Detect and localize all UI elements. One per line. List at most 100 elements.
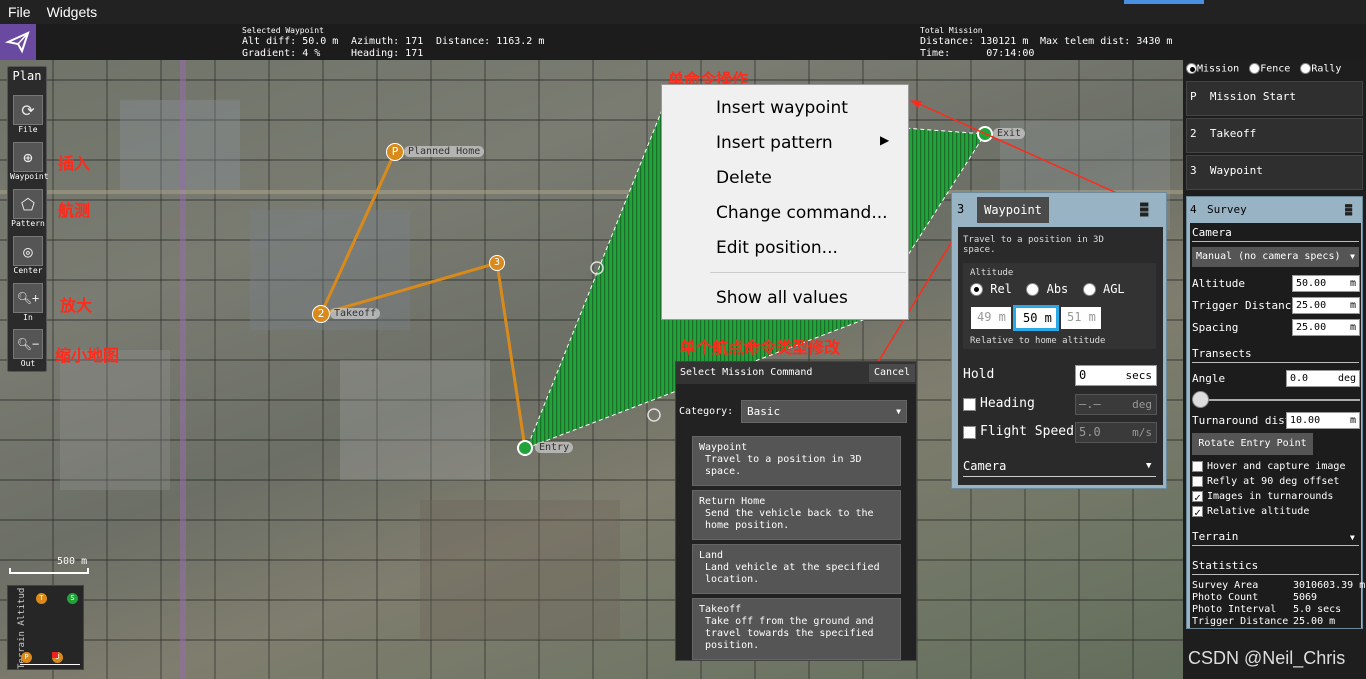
file-menu[interactable]: File <box>0 4 39 20</box>
distance: Distance: 1163.2 m <box>436 36 545 47</box>
spacing-label: Spacing <box>1192 321 1239 334</box>
waypoint-command-button[interactable]: Waypoint <box>977 197 1049 223</box>
flight-speed-field[interactable]: 5.0 m/s <box>1075 422 1157 443</box>
center-tool[interactable]: ◎ Center <box>10 236 46 275</box>
select-mission-command-dialog: Select Mission Command Cancel Category: … <box>675 361 917 661</box>
trigger-distance-value: 25.00 <box>1296 300 1327 311</box>
altitude-label: Altitude <box>970 268 1014 278</box>
command-name: Land <box>699 550 724 561</box>
trigger-distance-field[interactable]: 25.00 m <box>1292 297 1360 314</box>
divider <box>1192 241 1359 242</box>
flight-speed-checkbox[interactable] <box>963 426 976 439</box>
relative-altitude-checkbox[interactable]: ✓ <box>1192 506 1203 518</box>
selected-waypoint-label: Selected Waypoint <box>242 26 324 35</box>
heading-checkbox[interactable] <box>963 398 976 411</box>
rally-radio[interactable] <box>1300 63 1312 74</box>
hamburger-menu-icon[interactable]: ▬ ▬ ▬ <box>1140 197 1158 221</box>
command-desc: Send the vehicle back to the home positi… <box>705 508 874 531</box>
pattern-tool-label: Pattern <box>11 219 45 228</box>
mission-time: Time: 07:14:00 <box>920 48 1035 59</box>
angle-label: Angle <box>1192 372 1226 385</box>
mission-radio[interactable] <box>1186 63 1197 74</box>
menu-change-command[interactable]: Change command... <box>716 198 906 228</box>
heading-field[interactable]: —.— deg <box>1075 394 1157 415</box>
angle-slider-handle[interactable] <box>1192 391 1209 408</box>
abs-radio[interactable] <box>1026 283 1040 296</box>
plan-toolbar: Plan ⟳ File ⊕ Waypoint ⬠ Pattern ◎ Cente… <box>7 66 49 372</box>
survey-index: 4 <box>1190 203 1197 216</box>
command-desc: Travel to a position in 3D space. <box>705 454 862 477</box>
heading-unit: deg <box>1132 398 1152 411</box>
agl-radio[interactable] <box>1082 283 1096 296</box>
mission-items-panel: Mission Fence Rally P Mission Start 2 Ta… <box>1183 60 1366 679</box>
survey-area-value: 3010603.39 m <box>1293 580 1366 591</box>
hamburger-menu-icon[interactable]: ▬ ▬ ▬ <box>1345 199 1359 219</box>
submenu-arrow-icon: ▶ <box>880 133 890 147</box>
waypoint-tool[interactable]: ⊕ Waypoint <box>10 142 49 181</box>
survey-editor: 4 Survey ▬ ▬ ▬ Camera Manual (no camera sp… <box>1186 196 1366 629</box>
rotate-entry-point-button[interactable]: Rotate Entry Point <box>1192 433 1313 455</box>
menu-insert-waypoint[interactable]: Insert waypoint <box>716 93 906 123</box>
cancel-button[interactable]: Cancel <box>869 364 915 382</box>
refly-checkbox[interactable] <box>1192 476 1203 487</box>
menu-show-all-values[interactable]: Show all values <box>716 283 906 313</box>
widgets-menu[interactable]: Widgets <box>39 4 106 20</box>
altitude-field[interactable]: 50.00 m <box>1292 275 1360 292</box>
item-label: Takeoff <box>1209 127 1257 140</box>
plan-logo-icon[interactable] <box>0 24 36 60</box>
altitude-increase[interactable]: 51 m <box>1061 307 1101 329</box>
angle-field[interactable]: 0.0 deg <box>1286 370 1360 387</box>
command-land[interactable]: Land Land vehicle at the specified locat… <box>692 544 901 594</box>
abs-label: Abs <box>1046 282 1069 296</box>
file-tool-label: File <box>18 125 38 134</box>
menu-edit-position[interactable]: Edit position... <box>716 233 906 263</box>
photo-interval-value: 5.0 secs <box>1293 604 1342 615</box>
category-select[interactable]: Basic ▼ <box>741 400 907 423</box>
mission-item-takeoff[interactable]: 2 Takeoff <box>1186 118 1363 153</box>
terrain-altitude-widget: Terrain Altitud T S P 3 <box>7 585 84 670</box>
chevron-down-icon[interactable]: ▼ <box>1350 533 1355 542</box>
altitude-value[interactable]: 50 m <box>1013 305 1059 331</box>
photo-count-value: 5069 <box>1293 592 1318 603</box>
zoom-in-label: In <box>23 313 33 322</box>
altitude-decrease[interactable]: 49 m <box>971 307 1011 329</box>
heading: Heading: 171 <box>351 48 424 59</box>
command-takeoff[interactable]: Takeoff Take off from the ground and tra… <box>692 598 901 660</box>
images-turnarounds-checkbox[interactable]: ✓ <box>1192 491 1203 503</box>
command-return-home[interactable]: Return Home Send the vehicle back to the… <box>692 490 901 540</box>
command-name: Takeoff <box>699 604 742 615</box>
spacing-field[interactable]: 25.00 m <box>1292 319 1360 336</box>
mission-item-waypoint[interactable]: 3 Waypoint <box>1186 155 1363 190</box>
terrain-section[interactable]: Terrain <box>1192 530 1238 543</box>
azimuth: Azimuth: 171 <box>351 36 424 47</box>
transects-label: Transects <box>1192 347 1252 360</box>
mission-mode-label: Mission <box>1197 63 1240 75</box>
chevron-down-icon[interactable]: ▼ <box>1146 461 1151 471</box>
file-tool[interactable]: ⟳ File <box>10 95 46 134</box>
hold-field[interactable]: 0 secs <box>1075 365 1157 386</box>
command-name: Waypoint <box>699 442 748 453</box>
menu-delete[interactable]: Delete <box>716 163 906 193</box>
survey-title[interactable]: Survey <box>1207 203 1247 216</box>
heading-label: Heading <box>980 396 1035 411</box>
angle-slider-track[interactable] <box>1200 399 1360 401</box>
camera-section[interactable]: Camera <box>963 459 1006 473</box>
hover-capture-checkbox[interactable] <box>1192 461 1203 472</box>
hold-value: 0 <box>1079 368 1087 382</box>
zoom-in-tool[interactable]: 🔍︎+ In <box>10 283 46 322</box>
turnaround-field[interactable]: 10.00 m <box>1286 412 1360 429</box>
fence-radio[interactable] <box>1249 63 1261 74</box>
camera-select[interactable]: Manual (no camera specs) ▼ <box>1192 247 1359 267</box>
command-desc: Take off from the ground and travel towa… <box>705 616 874 651</box>
command-waypoint[interactable]: Waypoint Travel to a position in 3D spac… <box>692 436 901 486</box>
rel-radio[interactable] <box>970 283 983 296</box>
mission-item-start[interactable]: P Mission Start <box>1186 81 1363 116</box>
relative-altitude-label: Relative altitude <box>1207 506 1310 517</box>
trigger-distance-stat-label: Trigger Distance <box>1192 616 1289 627</box>
menu-insert-pattern[interactable]: Insert pattern <box>716 128 906 158</box>
zoom-out-tool[interactable]: 🔍︎− Out <box>10 329 46 368</box>
home-point-icon: P <box>21 652 32 663</box>
max-telem-dist: Max telem dist: 3430 m <box>1040 36 1173 47</box>
pattern-tool[interactable]: ⬠ Pattern <box>10 189 46 228</box>
takeoff-point-icon: T <box>36 593 47 604</box>
